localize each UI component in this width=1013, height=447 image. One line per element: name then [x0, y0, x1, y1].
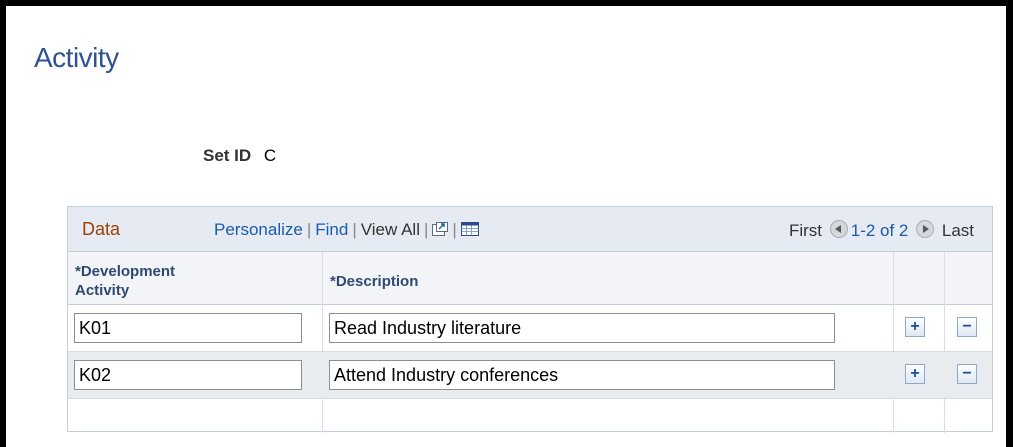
find-link[interactable]: Find — [315, 220, 348, 239]
delete-row-button[interactable]: − — [957, 364, 977, 384]
spreadsheet-icon[interactable] — [460, 221, 479, 236]
new-window-icon[interactable] — [432, 221, 449, 236]
table-row: + − — [68, 305, 992, 352]
description-field[interactable] — [329, 360, 835, 390]
pager: First 1-2 of 2 Last — [789, 220, 974, 241]
data-grid: Data Personalize | Find | View All | | First 1… — [67, 206, 993, 433]
previous-arrow-icon[interactable] — [829, 220, 848, 238]
pager-first[interactable]: First — [789, 221, 822, 240]
column-header-description: *Description — [330, 273, 419, 290]
grid-nav-links: Personalize | Find | View All | | — [214, 220, 479, 240]
next-arrow-icon[interactable] — [916, 220, 935, 238]
separator: | — [452, 220, 457, 239]
grid-title: Data — [82, 219, 121, 239]
setid-value: C — [263, 146, 277, 165]
description-field[interactable] — [329, 313, 835, 343]
add-row-button[interactable]: + — [905, 317, 925, 337]
separator: | — [306, 220, 312, 239]
development-activity-field[interactable] — [74, 313, 302, 343]
pager-range: 1-2 of 2 — [850, 221, 909, 240]
delete-row-button[interactable]: − — [957, 317, 977, 337]
development-activity-field[interactable] — [74, 360, 302, 390]
setid-label: Set ID — [203, 146, 252, 165]
separator: | — [352, 220, 357, 239]
pager-last[interactable]: Last — [942, 221, 974, 240]
table-row: + − — [68, 352, 992, 399]
page-title: Activity — [34, 42, 119, 73]
personalize-link[interactable]: Personalize — [214, 220, 303, 239]
grid-header-row: *Development Activity *Description — [68, 252, 992, 305]
setid-row: Set ID C — [203, 146, 276, 166]
column-header-development-activity: *Development Activity — [75, 263, 176, 299]
view-all-link[interactable]: View All — [361, 220, 420, 239]
grid-toolbar: Data Personalize | Find | View All | | First 1… — [68, 207, 992, 252]
separator: | — [423, 220, 429, 239]
add-row-button[interactable]: + — [905, 364, 925, 384]
